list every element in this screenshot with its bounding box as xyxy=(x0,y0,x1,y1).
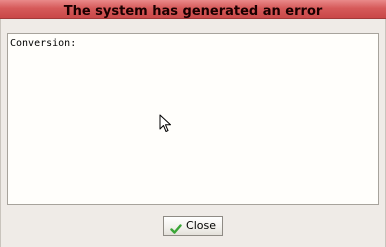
error-message-area[interactable]: Conversion: xyxy=(7,33,379,205)
check-icon xyxy=(170,220,182,234)
close-button[interactable]: Close xyxy=(163,216,223,236)
error-dialog: The system has generated an error Conver… xyxy=(0,0,386,247)
dialog-left-border xyxy=(0,19,1,247)
close-button-label: Close xyxy=(186,219,216,232)
mouse-pointer-icon xyxy=(159,114,172,134)
dialog-title-bar: The system has generated an error xyxy=(0,0,386,19)
dialog-title: The system has generated an error xyxy=(63,4,323,19)
